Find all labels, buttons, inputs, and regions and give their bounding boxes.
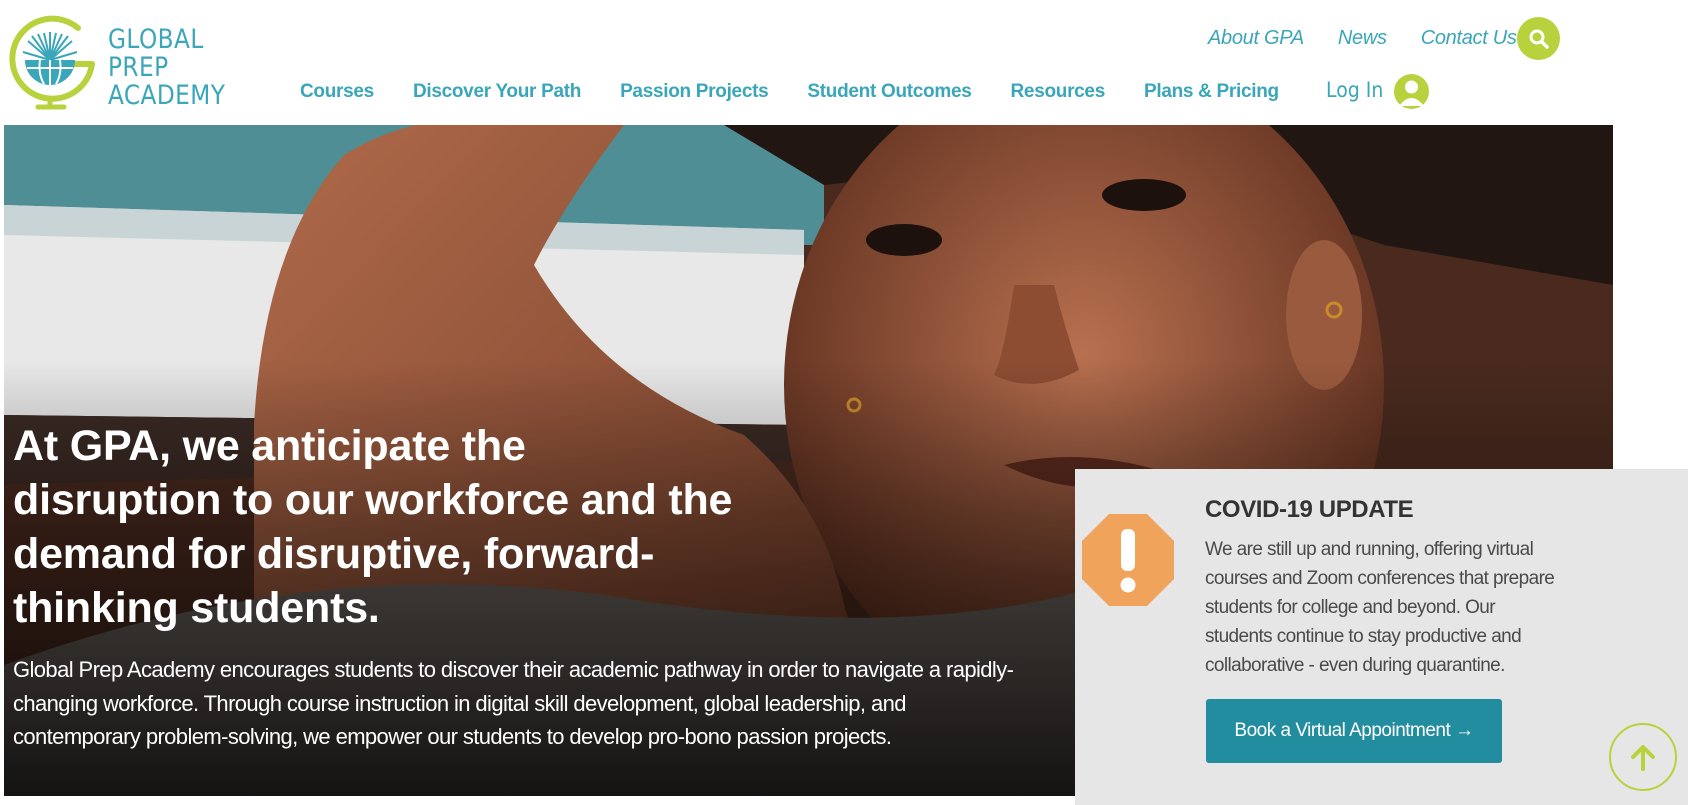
nav-item-student-outcomes[interactable]: Student Outcomes (807, 81, 971, 103)
arrow-up-circle-icon (1631, 745, 1655, 771)
covid-description: We are still up and running, offering vi… (1205, 539, 1555, 676)
book-virtual-appointment-button[interactable]: Book a Virtual Appointment → (1206, 699, 1502, 763)
nav-item-passion-projects[interactable]: Passion Projects (620, 81, 769, 103)
about-gpa-link[interactable]: About GPA (1208, 27, 1304, 50)
nav-item-resources[interactable]: Resources (1011, 81, 1106, 103)
site-logo[interactable]: GLOBAL PREP ACADEMY (8, 14, 233, 114)
covid-title: COVID-19 UPDATE (1205, 496, 1414, 523)
site-header: GLOBAL PREP ACADEMY About GPA News Conta… (0, 0, 1688, 125)
user-avatar-icon (1399, 80, 1424, 106)
nav-item-courses[interactable]: Courses (300, 81, 374, 103)
utility-nav: About GPA News Contact Us (1208, 24, 1551, 52)
brand-name-line: PREP (108, 52, 169, 83)
contact-us-link[interactable]: Contact Us (1421, 27, 1517, 50)
covid-update-card: COVID-19 UPDATE We are still up and runn… (1075, 469, 1688, 805)
brand-name-line: ACADEMY (108, 80, 226, 111)
search-button[interactable] (1517, 17, 1560, 60)
search-icon (1529, 29, 1549, 49)
scroll-to-top-button[interactable] (1609, 723, 1677, 791)
brand-name: GLOBAL PREP ACADEMY (108, 26, 225, 110)
brand-name-line: GLOBAL (108, 24, 204, 55)
user-icon[interactable] (1394, 74, 1429, 109)
login-link[interactable]: Log In (1326, 78, 1383, 102)
hero-headline: At GPA, we anticipate the disruption to … (13, 422, 733, 632)
nav-item-discover-your-path[interactable]: Discover Your Path (413, 81, 581, 103)
warning-octagon-icon (1082, 514, 1174, 606)
hero-description: Global Prep Academy encourages students … (13, 657, 1014, 749)
news-link[interactable]: News (1338, 27, 1387, 50)
globe-sun-icon (9, 15, 95, 110)
nav-item-plans-pricing[interactable]: Plans & Pricing (1144, 81, 1279, 103)
main-nav: Courses Discover Your Path Passion Proje… (300, 76, 1318, 108)
